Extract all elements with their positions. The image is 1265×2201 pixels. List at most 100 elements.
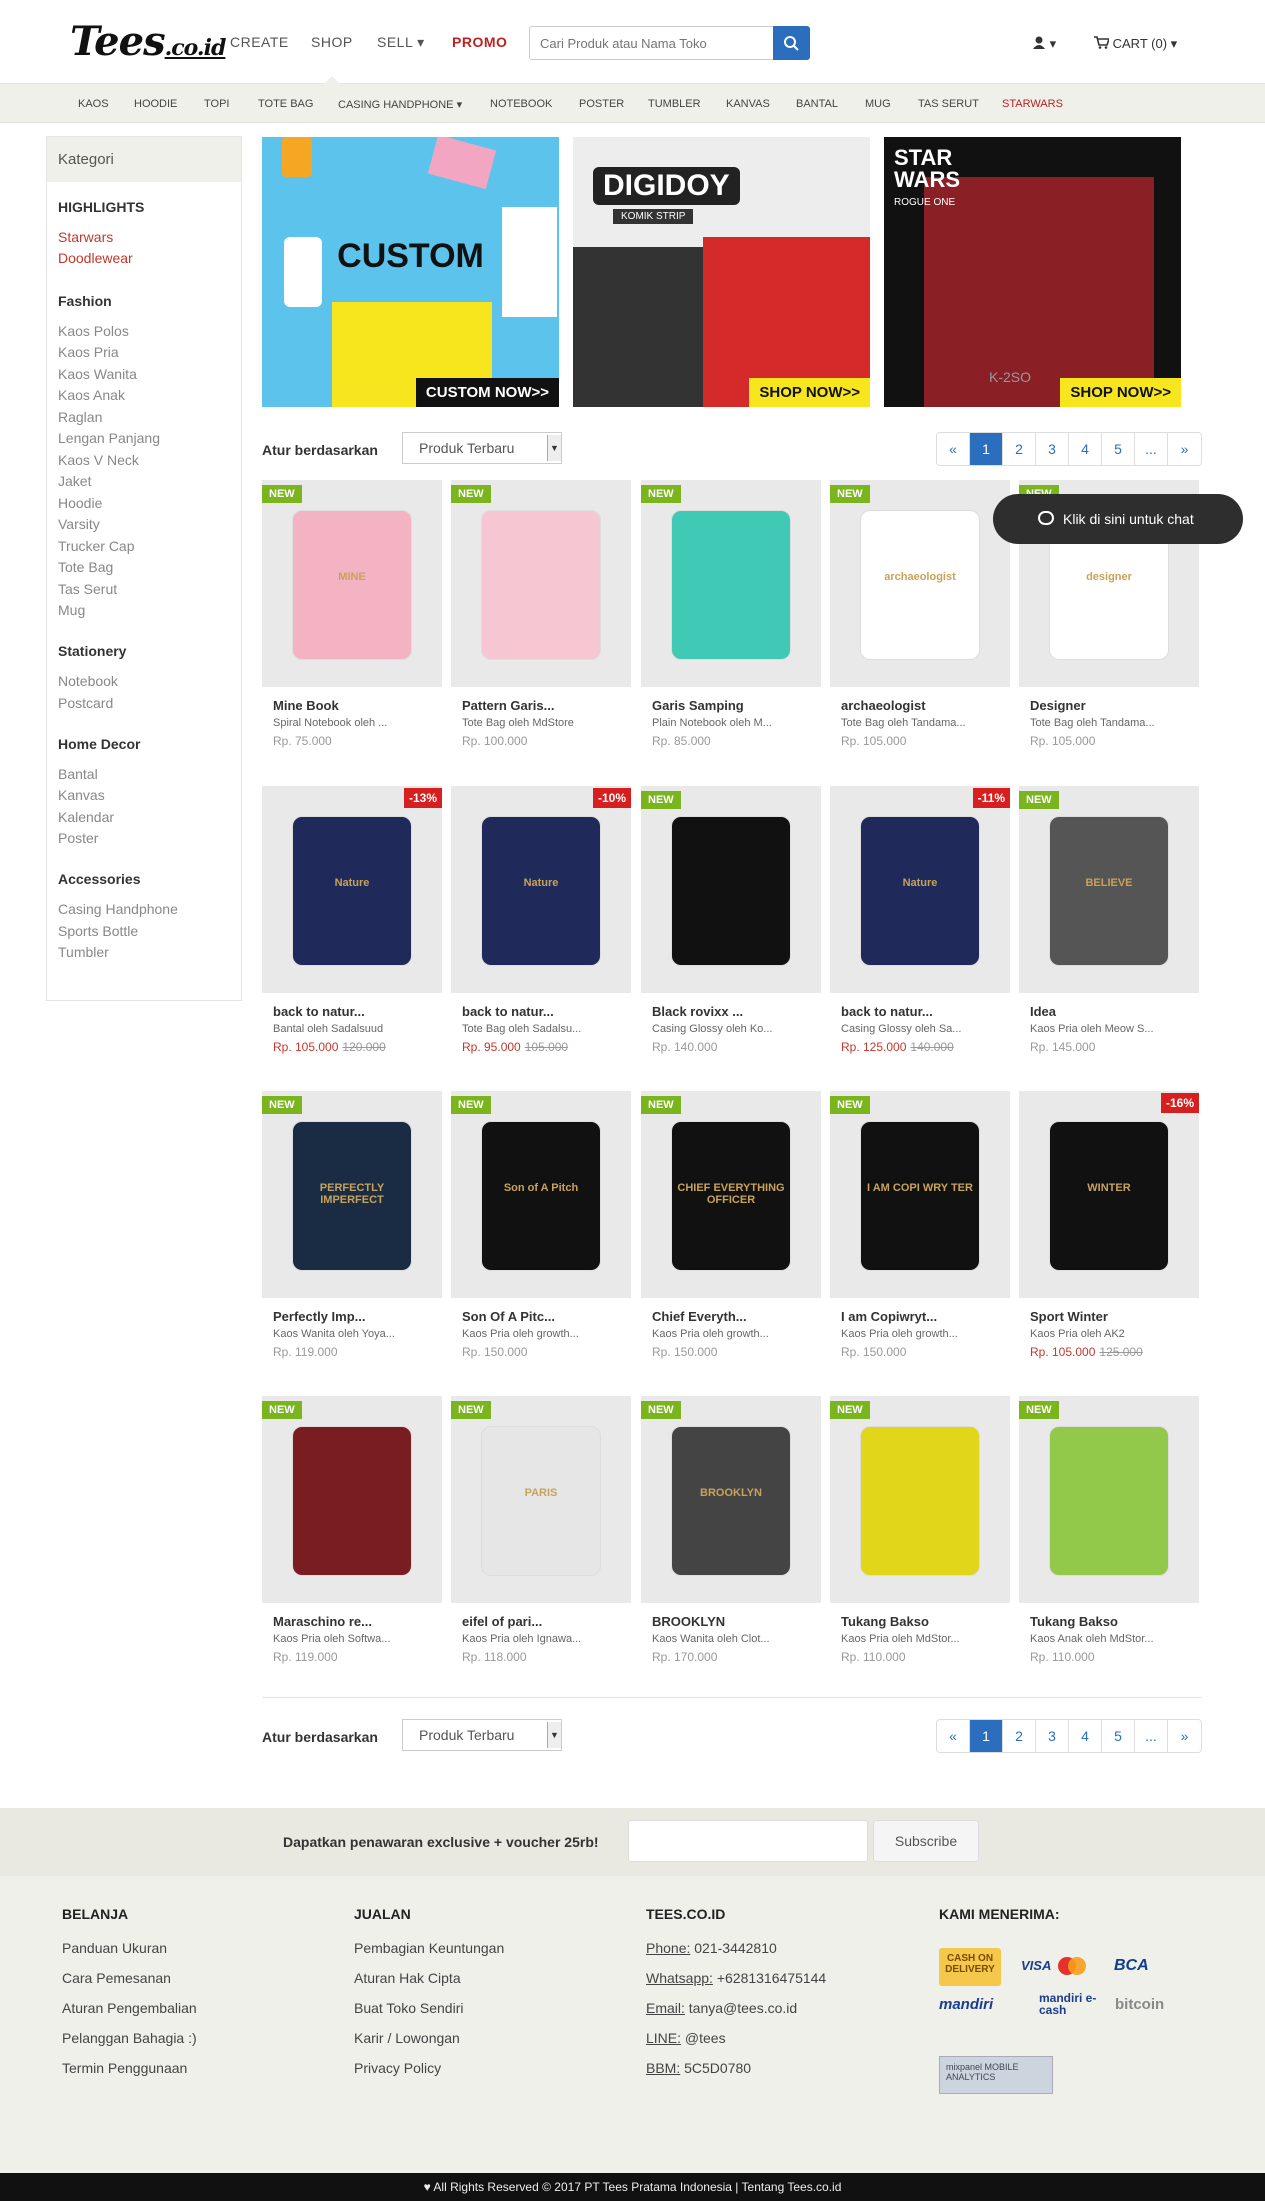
nav-create[interactable]: CREATE bbox=[230, 34, 289, 50]
product-title[interactable]: eifel of pari... bbox=[462, 1614, 542, 1629]
page-5[interactable]: 5 bbox=[1102, 433, 1135, 465]
contact-phone[interactable]: Phone: 021-3442810 bbox=[646, 1940, 826, 1970]
product-card[interactable]: NEW Maraschino re... Kaos Pria oleh Softwa… bbox=[262, 1396, 442, 1664]
sidebar-link-kaos-wanita[interactable]: Kaos Wanita bbox=[58, 366, 137, 382]
category-tumbler[interactable]: TUMBLER bbox=[648, 98, 701, 110]
sidebar-link-bantal[interactable]: Bantal bbox=[58, 766, 98, 782]
product-card[interactable]: Nature -10% back to natur... Tote Bag oleh … bbox=[451, 786, 631, 1054]
sidebar-link-postcard[interactable]: Postcard bbox=[58, 695, 113, 711]
product-card[interactable]: PARIS NEW eifel of pari... Kaos Pria oleh I… bbox=[451, 1396, 631, 1664]
search-input[interactable] bbox=[529, 26, 774, 60]
sidebar-link-raglan[interactable]: Raglan bbox=[58, 409, 102, 425]
product-card[interactable]: Nature -11% back to natur... Casing Glossy … bbox=[830, 786, 1010, 1054]
product-title[interactable]: Chief Everyth... bbox=[652, 1309, 747, 1324]
product-card[interactable]: NEW Garis Samping Plain Notebook oleh M...… bbox=[641, 480, 821, 748]
sidebar-link-mug[interactable]: Mug bbox=[58, 602, 85, 618]
page-next[interactable]: » bbox=[1168, 433, 1201, 465]
product-card[interactable]: NEW Black rovixx ... Casing Glossy oleh Ko… bbox=[641, 786, 821, 1054]
sidebar-link-lengan-panjang[interactable]: Lengan Panjang bbox=[58, 430, 160, 446]
product-card[interactable]: NEW Pattern Garis... Tote Bag oleh MdStore… bbox=[451, 480, 631, 748]
product-title[interactable]: BROOKLYN bbox=[652, 1614, 725, 1629]
page-ellipsis[interactable]: ... bbox=[1135, 433, 1168, 465]
page-prev[interactable]: « bbox=[937, 433, 970, 465]
category-kanvas[interactable]: KANVAS bbox=[726, 98, 770, 110]
banner-custom[interactable]: CUSTOM CUSTOM NOW>> bbox=[262, 137, 559, 407]
product-image[interactable]: MINE bbox=[262, 480, 442, 687]
sidebar-link-kalendar[interactable]: Kalendar bbox=[58, 809, 114, 825]
product-title[interactable]: I am Copiwryt... bbox=[841, 1309, 937, 1324]
product-image[interactable]: PERFECTLY IMPERFECT bbox=[262, 1091, 442, 1298]
product-card[interactable]: BROOKLYN NEW BROOKLYN Kaos Wanita oleh Clot… bbox=[641, 1396, 821, 1664]
category-bantal[interactable]: BANTAL bbox=[796, 98, 838, 110]
product-title[interactable]: Black rovixx ... bbox=[652, 1004, 743, 1019]
footer-link[interactable]: Termin Penggunaan bbox=[62, 2060, 197, 2090]
footer-link[interactable]: Aturan Hak Cipta bbox=[354, 1970, 504, 2000]
product-title[interactable]: back to natur... bbox=[841, 1004, 933, 1019]
product-card[interactable]: NEW Tukang Bakso Kaos Anak oleh MdStor... R… bbox=[1019, 1396, 1199, 1664]
page-3[interactable]: 3 bbox=[1036, 1720, 1069, 1752]
sidebar-link-casing-handphone[interactable]: Casing Handphone bbox=[58, 901, 178, 917]
search-button[interactable] bbox=[773, 26, 810, 60]
product-image[interactable]: I AM COPI WRY TER bbox=[830, 1091, 1010, 1298]
contact-bbm[interactable]: BBM: 5C5D0780 bbox=[646, 2060, 826, 2090]
category-mug[interactable]: MUG bbox=[865, 98, 891, 110]
footer-link[interactable]: Pembagian Keuntungan bbox=[354, 1940, 504, 1970]
page-prev[interactable]: « bbox=[937, 1720, 970, 1752]
sort-select[interactable]: Produk Terbaru ▼ bbox=[402, 432, 562, 464]
newsletter-email-input[interactable] bbox=[628, 1820, 868, 1862]
product-title[interactable]: Perfectly Imp... bbox=[273, 1309, 365, 1324]
product-image[interactable]: WINTER bbox=[1019, 1091, 1199, 1298]
category-topi[interactable]: TOPI bbox=[204, 98, 229, 110]
footer-link[interactable]: Pelanggan Bahagia :) bbox=[62, 2030, 197, 2060]
custom-now-button[interactable]: CUSTOM NOW>> bbox=[415, 378, 559, 407]
sidebar-link-kaos-pria[interactable]: Kaos Pria bbox=[58, 344, 119, 360]
product-image[interactable] bbox=[641, 480, 821, 687]
product-card[interactable]: NEW Tukang Bakso Kaos Pria oleh MdStor... R… bbox=[830, 1396, 1010, 1664]
product-image[interactable]: Nature bbox=[830, 786, 1010, 993]
sidebar-link-varsity[interactable]: Varsity bbox=[58, 516, 100, 532]
product-image[interactable]: BROOKLYN bbox=[641, 1396, 821, 1603]
banner-starwars[interactable]: STAR WARS ROGUE ONE K-2SO SHOP NOW>> bbox=[884, 137, 1181, 407]
user-menu[interactable]: ▾ bbox=[1032, 36, 1056, 52]
sidebar-link-sports-bottle[interactable]: Sports Bottle bbox=[58, 923, 138, 939]
product-card[interactable]: MINE NEW Mine Book Spiral Notebook oleh ...… bbox=[262, 480, 442, 748]
nav-shop[interactable]: SHOP bbox=[311, 34, 353, 50]
nav-promo[interactable]: PROMO bbox=[452, 34, 507, 50]
category-tote-bag[interactable]: TOTE BAG bbox=[258, 98, 313, 110]
category-casing-handphone[interactable]: CASING HANDPHONE ▾ bbox=[338, 98, 462, 111]
sidebar-link-trucker-cap[interactable]: Trucker Cap bbox=[58, 538, 135, 554]
page-2[interactable]: 2 bbox=[1003, 1720, 1036, 1752]
sidebar-link-tas-serut[interactable]: Tas Serut bbox=[58, 581, 117, 597]
product-title[interactable]: Mine Book bbox=[273, 698, 339, 713]
product-card[interactable]: Nature -13% back to natur... Bantal oleh Sa… bbox=[262, 786, 442, 1054]
product-card[interactable]: CHIEF EVERYTHING OFFICER NEW Chief Everyth… bbox=[641, 1091, 821, 1359]
product-image[interactable] bbox=[830, 1396, 1010, 1603]
product-image[interactable] bbox=[451, 480, 631, 687]
product-title[interactable]: Maraschino re... bbox=[273, 1614, 372, 1629]
product-image[interactable] bbox=[641, 786, 821, 993]
mixpanel-badge[interactable]: mixpanel MOBILE ANALYTICS bbox=[939, 2056, 1053, 2094]
sidebar-link-tumbler[interactable]: Tumbler bbox=[58, 944, 109, 960]
product-image[interactable]: Son of A Pitch bbox=[451, 1091, 631, 1298]
sidebar-link-starwars[interactable]: Starwars bbox=[58, 229, 113, 245]
sidebar-link-poster[interactable]: Poster bbox=[58, 830, 98, 846]
footer-link[interactable]: Cara Pemesanan bbox=[62, 1970, 197, 2000]
product-card[interactable]: I AM COPI WRY TER NEW I am Copiwryt... Kaos… bbox=[830, 1091, 1010, 1359]
footer-link[interactable]: Karir / Lowongan bbox=[354, 2030, 504, 2060]
page-4[interactable]: 4 bbox=[1069, 433, 1102, 465]
sidebar-link-kaos-polos[interactable]: Kaos Polos bbox=[58, 323, 129, 339]
product-image[interactable]: CHIEF EVERYTHING OFFICER bbox=[641, 1091, 821, 1298]
sidebar-link-kaos-v-neck[interactable]: Kaos V Neck bbox=[58, 452, 139, 468]
category-tas-serut[interactable]: TAS SERUT bbox=[918, 98, 979, 110]
cart-button[interactable]: CART (0) ▾ bbox=[1094, 36, 1177, 52]
product-title[interactable]: Garis Samping bbox=[652, 698, 744, 713]
product-title[interactable]: Tukang Bakso bbox=[1030, 1614, 1118, 1629]
footer-link[interactable]: Panduan Ukuran bbox=[62, 1940, 197, 1970]
page-3[interactable]: 3 bbox=[1036, 433, 1069, 465]
sort-select[interactable]: Produk Terbaru ▼ bbox=[402, 1719, 562, 1751]
page-2[interactable]: 2 bbox=[1003, 433, 1036, 465]
sidebar-link-doodlewear[interactable]: Doodlewear bbox=[58, 250, 133, 266]
page-4[interactable]: 4 bbox=[1069, 1720, 1102, 1752]
product-card[interactable]: Son of A Pitch NEW Son Of A Pitc... Kaos Pr… bbox=[451, 1091, 631, 1359]
product-image[interactable]: archaeologist bbox=[830, 480, 1010, 687]
